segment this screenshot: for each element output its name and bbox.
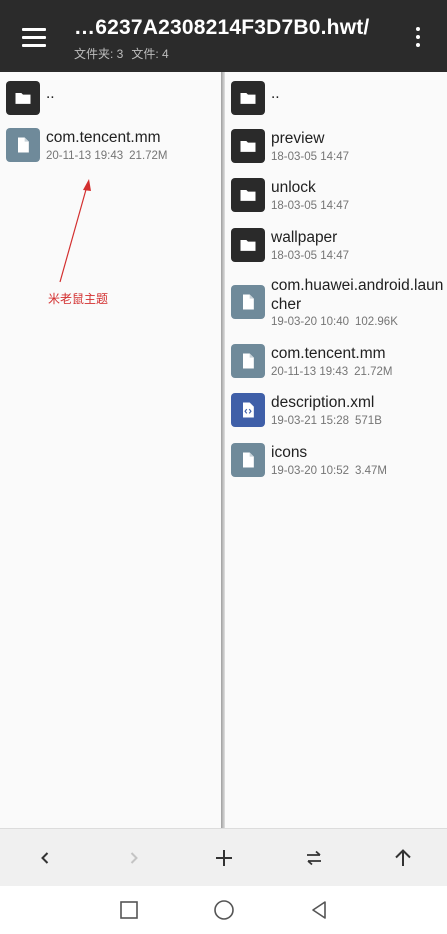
- back-triangle-icon[interactable]: [304, 896, 334, 924]
- item-name: unlock: [271, 179, 316, 196]
- item-name: preview: [271, 130, 325, 147]
- item-size: 21.72M: [129, 150, 168, 162]
- item-name: icons: [271, 444, 308, 461]
- annotation-label: 米老鼠主题: [48, 292, 109, 306]
- path-title: …6237A2308214F3D7B0.hwt/: [74, 16, 370, 39]
- folder-icon: [231, 228, 265, 262]
- left-pane[interactable]: .. com.tencent.mm 20-11-13 19:43 21.72M: [0, 72, 221, 828]
- list-item-parent-dir[interactable]: ..: [225, 78, 447, 118]
- file-icon: [231, 443, 265, 477]
- item-date: 20-11-13 19:43: [271, 366, 349, 378]
- item-meta: 19-03-21 15:28 571B: [271, 415, 382, 427]
- back-icon[interactable]: [25, 840, 65, 876]
- item-name: wallpaper: [271, 229, 338, 246]
- item-size: 3.47M: [355, 465, 387, 477]
- item-size: 571B: [355, 415, 382, 427]
- more-vert-icon[interactable]: [404, 22, 432, 52]
- item-meta: 19-03-20 10:40 102.96K: [271, 316, 398, 328]
- app-bar: …6237A2308214F3D7B0.hwt/ 文件夹: 3 文件: 4: [0, 0, 447, 72]
- item-meta: 20-11-13 19:43 21.72M: [271, 366, 393, 378]
- list-item-folder-wallpaper[interactable]: wallpaper 18-03-05 14:47: [225, 225, 447, 269]
- annotation-arrow-icon: [59, 179, 91, 283]
- forward-icon[interactable]: [114, 840, 154, 876]
- folder-icon: [231, 81, 265, 115]
- item-meta: 19-03-20 10:52 3.47M: [271, 465, 387, 477]
- file-count: 文件: 4: [131, 47, 169, 61]
- list-item-file-icons[interactable]: icons 19-03-20 10:52 3.47M: [225, 440, 447, 484]
- item-date: 19-03-20 10:40: [271, 316, 350, 328]
- item-name: com.huawei.android.launcher: [271, 277, 444, 313]
- item-name: ..: [46, 85, 55, 102]
- file-icon: [231, 344, 265, 378]
- add-icon[interactable]: [204, 840, 244, 876]
- item-name: com.tencent.mm: [271, 345, 386, 362]
- folder-count: 文件夹: 3: [74, 47, 124, 61]
- list-item-file-description[interactable]: description.xml 19-03-21 15:28 571B: [225, 390, 447, 434]
- system-nav-bar: [0, 886, 447, 934]
- list-item-folder-preview[interactable]: preview 18-03-05 14:47: [225, 126, 447, 170]
- item-date: 18-03-05 14:47: [271, 200, 350, 212]
- bottom-toolbar: [0, 828, 447, 886]
- item-name: description.xml: [271, 394, 375, 411]
- list-item-file-tencent[interactable]: com.tencent.mm 20-11-13 19:43 21.72M: [225, 341, 447, 385]
- item-date: 19-03-21 15:28: [271, 415, 350, 427]
- item-date: 20-11-13 19:43: [46, 150, 124, 162]
- list-item-parent-dir[interactable]: ..: [0, 78, 221, 118]
- folder-file-count: 文件夹: 3 文件: 4: [74, 45, 169, 62]
- list-item-file[interactable]: com.tencent.mm 20-11-13 19:43 21.72M: [0, 126, 221, 174]
- right-pane[interactable]: .. preview 18-03-05 14:47 unlock 18-03-0…: [225, 72, 447, 828]
- file-icon: [6, 128, 40, 162]
- item-name: ..: [271, 85, 280, 102]
- list-item-folder-unlock[interactable]: unlock 18-03-05 14:47: [225, 175, 447, 219]
- hamburger-menu-icon[interactable]: [14, 22, 56, 52]
- list-item-file-launcher[interactable]: com.huawei.android.launcher 19-03-20 10:…: [225, 273, 447, 335]
- folder-icon: [231, 178, 265, 212]
- folder-icon: [231, 129, 265, 163]
- item-date: 18-03-05 14:47: [271, 250, 350, 262]
- recents-square-icon[interactable]: [114, 896, 144, 924]
- item-meta: 20-11-13 19:43 21.72M: [46, 150, 168, 162]
- up-icon[interactable]: [383, 840, 423, 876]
- home-circle-icon[interactable]: [209, 896, 239, 924]
- swap-panes-icon[interactable]: [294, 840, 334, 876]
- item-date: 19-03-20 10:52: [271, 465, 350, 477]
- file-icon: [231, 285, 265, 319]
- folder-icon: [6, 81, 40, 115]
- item-size: 102.96K: [355, 316, 398, 328]
- item-date: 18-03-05 14:47: [271, 151, 350, 163]
- item-name: com.tencent.mm: [46, 129, 161, 146]
- item-size: 21.72M: [354, 366, 393, 378]
- xml-file-icon: [231, 393, 265, 427]
